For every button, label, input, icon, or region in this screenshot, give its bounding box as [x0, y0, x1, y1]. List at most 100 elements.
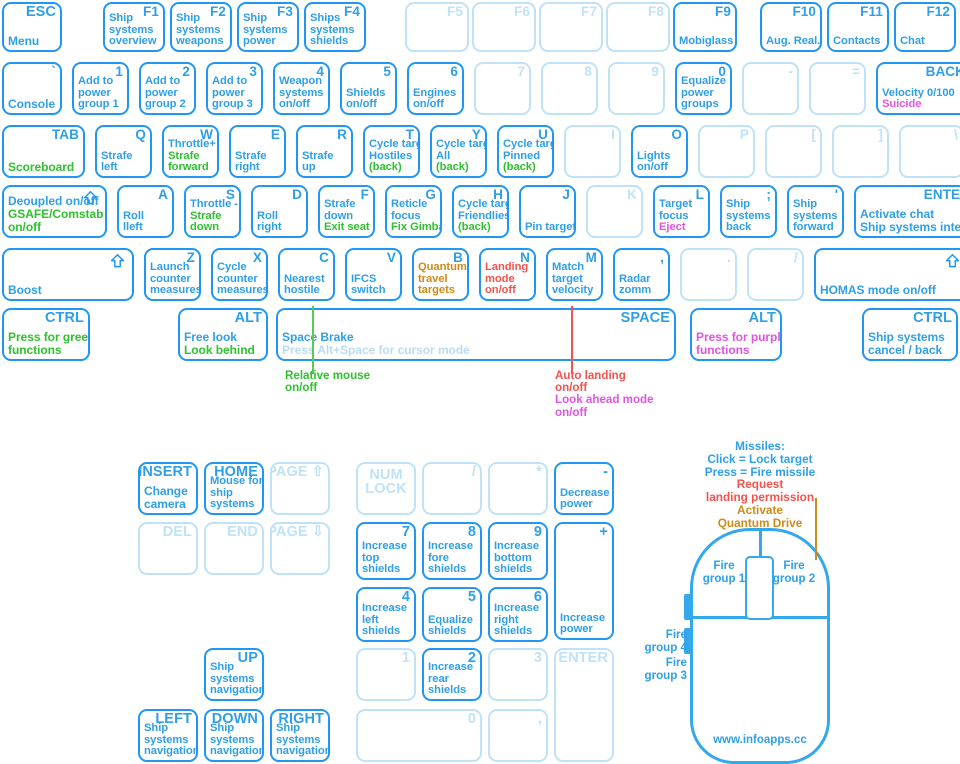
- tabrow-5-t[interactable]: T Cycle targ. Hostiles (back): [363, 125, 420, 178]
- key-f8[interactable]: F8: [606, 2, 670, 52]
- navkey-del[interactable]: DEL: [138, 522, 198, 575]
- tabrow-1-q[interactable]: Q Strafe left: [95, 125, 152, 178]
- numpad-1[interactable]: 1: [356, 648, 416, 701]
- shiftrow-10-[interactable]: /: [747, 248, 804, 301]
- arrow-left[interactable]: LEFT Ship systems navigation: [138, 709, 198, 762]
- tabrow-4-r[interactable]: R Strafe up: [296, 125, 353, 178]
- homerow-11-[interactable]: ' Ship systems forward: [787, 185, 844, 238]
- navkey-insert[interactable]: INSERT Change camera: [138, 462, 198, 515]
- tabrow-10-p[interactable]: P: [698, 125, 755, 178]
- modrow-4-ctrl[interactable]: CTRL Ship systems cancel / back: [862, 308, 958, 361]
- modrow-3-alt[interactable]: ALT Press for purple functions: [690, 308, 782, 361]
- shiftrow-1-z[interactable]: Z Launch counter measures: [144, 248, 201, 301]
- homerow-1-a[interactable]: A Roll lleft: [117, 185, 174, 238]
- key-f6[interactable]: F6: [472, 2, 536, 52]
- homerow-6-h[interactable]: H Cycle targ. Friendlies (back): [452, 185, 509, 238]
- key-f11[interactable]: F11 Contacts: [827, 2, 889, 52]
- shiftrow-7-m[interactable]: M Match target velocity: [546, 248, 603, 301]
- shiftrow-5-b[interactable]: B Quantum travel targets: [412, 248, 469, 301]
- arrow-up[interactable]: UP Ship systems navigation: [204, 648, 264, 701]
- navkey-page[interactable]: PAGE ⇩: [270, 522, 330, 575]
- numrow-10-0[interactable]: 0 Equalize power groups: [675, 62, 732, 115]
- mouse-side-button-4[interactable]: [684, 594, 692, 620]
- numpad-8[interactable]: 8 Increase fore shields: [422, 522, 482, 580]
- key-f1[interactable]: F1 Ship systems overview: [103, 2, 165, 52]
- shiftrow-2-x[interactable]: X Cycle counter measures: [211, 248, 268, 301]
- key-esc[interactable]: ESC Menu: [2, 2, 62, 52]
- numpad-3[interactable]: 3: [488, 648, 548, 701]
- numpad-multiply[interactable]: *: [488, 462, 548, 515]
- numpad-numlock[interactable]: NUM LOCK: [356, 462, 416, 515]
- numrow-9-9[interactable]: 9: [608, 62, 665, 115]
- numpad-6[interactable]: 6 Increase right shields: [488, 587, 548, 642]
- numpad-7[interactable]: 7 Increase top shields: [356, 522, 416, 580]
- homerow-12-enter[interactable]: ENTER Activate chatShip systems interact: [854, 185, 960, 238]
- shiftrow-8-[interactable]: , Radar zomm: [613, 248, 670, 301]
- numpad-minus[interactable]: - Decrease power: [554, 462, 614, 515]
- navkey-page[interactable]: PAGE ⇧: [270, 462, 330, 515]
- shiftrow-4-v[interactable]: V IFCS switch: [345, 248, 402, 301]
- tabrow-8-i[interactable]: I: [564, 125, 621, 178]
- tabrow-12-[interactable]: ]: [832, 125, 889, 178]
- homerow-5-g[interactable]: GReticlefocusFix Gimbal: [385, 185, 442, 238]
- shiftrow-6-n[interactable]: N Landing mode on/off: [479, 248, 536, 301]
- homerow-7-j[interactable]: J Pin target: [519, 185, 576, 238]
- modrow-1-alt[interactable]: ALT Free look Look behind: [178, 308, 268, 361]
- numrow-0-[interactable]: ` Console: [2, 62, 62, 115]
- homerow-2-s[interactable]: S Throttle - Strafe down: [184, 185, 241, 238]
- navkey-end[interactable]: END: [204, 522, 264, 575]
- homerow-0-key[interactable]: Deoupled on/off GSAFE/Comstab on/off: [2, 185, 107, 238]
- navkey-home[interactable]: HOME Mouse for ship systems: [204, 462, 264, 515]
- key-f10[interactable]: F10 Aug. Real.: [760, 2, 822, 52]
- shiftrow-11-key[interactable]: HOMAS mode on/off: [814, 248, 960, 301]
- tabrow-11-[interactable]: [: [765, 125, 822, 178]
- numrow-12-[interactable]: =: [809, 62, 866, 115]
- numrow-8-8[interactable]: 8: [541, 62, 598, 115]
- numrow-4-4[interactable]: 4 Weapon systems on/off: [273, 62, 330, 115]
- numpad-5[interactable]: 5 Equalize shields: [422, 587, 482, 642]
- homerow-9-l[interactable]: L Target focus Eject: [653, 185, 710, 238]
- key-f3[interactable]: F3 Ship systems power: [237, 2, 299, 52]
- homerow-3-d[interactable]: D Roll right: [251, 185, 308, 238]
- tabrow-13-[interactable]: \: [899, 125, 960, 178]
- modrow-0-ctrl[interactable]: CTRL Press for green functions: [2, 308, 90, 361]
- tabrow-2-w[interactable]: W Throttle+ Strafe forward: [162, 125, 219, 178]
- numpad-plus[interactable]: + Increase power: [554, 522, 614, 640]
- tabrow-6-y[interactable]: Y Cycle targ. All (back): [430, 125, 487, 178]
- tabrow-9-o[interactable]: O Lights on/off: [631, 125, 688, 178]
- tabrow-3-e[interactable]: E Strafe right: [229, 125, 286, 178]
- arrow-right[interactable]: RIGHT Ship systems navigation: [270, 709, 330, 762]
- key-f9[interactable]: F9 Mobiglass: [673, 2, 737, 52]
- homerow-8-k[interactable]: K: [586, 185, 643, 238]
- numrow-13-back[interactable]: BACK Velocity 0/100Suicide: [876, 62, 960, 115]
- tabrow-7-u[interactable]: U Cycle targ. Pinned (back): [497, 125, 554, 178]
- numpad-divide[interactable]: /: [422, 462, 482, 515]
- key-cap: 6: [450, 64, 458, 79]
- key-f12[interactable]: F12 Chat: [894, 2, 956, 52]
- numpad-enter[interactable]: ENTER: [554, 648, 614, 762]
- key-f5[interactable]: F5: [405, 2, 469, 52]
- numrow-6-6[interactable]: 6 Engines on/off: [407, 62, 464, 115]
- numpad-9[interactable]: 9 Increase bottom shields: [488, 522, 548, 580]
- numpad-decimal[interactable]: ,: [488, 709, 548, 762]
- key-f4[interactable]: F4 Ships systems shields: [304, 2, 366, 52]
- homerow-10-[interactable]: ; Ship systems back: [720, 185, 777, 238]
- shiftrow-0-key[interactable]: Boost: [2, 248, 134, 301]
- numpad-0[interactable]: 0: [356, 709, 482, 762]
- key-f7[interactable]: F7: [539, 2, 603, 52]
- numrow-3-3[interactable]: 3 Add to power group 3: [206, 62, 263, 115]
- shiftrow-9-[interactable]: .: [680, 248, 737, 301]
- tabrow-0-tab[interactable]: TAB Scoreboard: [2, 125, 85, 178]
- numrow-1-1[interactable]: 1 Add to power group 1: [72, 62, 129, 115]
- numrow-7-7[interactable]: 7: [474, 62, 531, 115]
- key-f2[interactable]: F2 Ship systems weapons: [170, 2, 232, 52]
- numrow-2-2[interactable]: 2 Add to power group 2: [139, 62, 196, 115]
- modrow-2-space[interactable]: SPACE Space Brake Press Alt+Space for curs…: [276, 308, 676, 361]
- shiftrow-3-c[interactable]: C Nearest hostile: [278, 248, 335, 301]
- numrow-11-[interactable]: -: [742, 62, 799, 115]
- numpad-4[interactable]: 4 Increase left shields: [356, 587, 416, 642]
- arrow-down[interactable]: DOWN Ship systems navigation: [204, 709, 264, 762]
- numrow-5-5[interactable]: 5 Shields on/off: [340, 62, 397, 115]
- numpad-2[interactable]: 2 Increase rear shields: [422, 648, 482, 701]
- homerow-4-f[interactable]: F Strafe down Exit seat: [318, 185, 375, 238]
